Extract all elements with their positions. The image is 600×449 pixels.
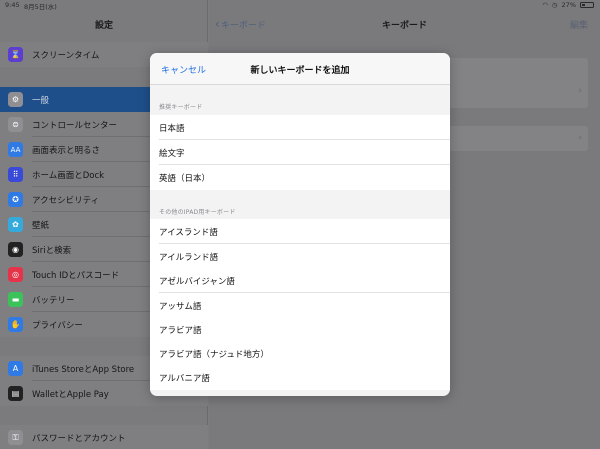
- sidebar-item-passwords[interactable]: ⚿ パスワードとアカウント: [0, 425, 208, 449]
- status-time: 9:45: [5, 1, 20, 9]
- sidebar-item-label: Touch IDとパスコード: [32, 270, 120, 281]
- sidebar-item-label: WalletとApple Pay: [32, 389, 109, 400]
- battery-percent: 27%: [561, 1, 576, 9]
- keyboard-option-label: アラビア語（ナジュド地方）: [159, 349, 269, 360]
- key-icon: ⚿: [8, 430, 23, 445]
- keyboard-option-label: 絵文字: [159, 148, 185, 159]
- gear-icon: ⚙: [8, 92, 23, 107]
- sidebar-item-label: コントロールセンター: [32, 120, 118, 131]
- wifi-icon: ◠: [542, 1, 548, 9]
- toggles-icon: ⊜: [8, 117, 23, 132]
- sidebar-item-label: 壁紙: [32, 220, 50, 231]
- status-date: 8月5日(水): [24, 3, 57, 11]
- sheet-title: 新しいキーボードを追加: [250, 66, 350, 76]
- sidebar-item-label: 画面表示と明るさ: [32, 145, 101, 156]
- sidebar-item-label: iTunes StoreとApp Store: [32, 364, 135, 375]
- sidebar-item-label: 一般: [32, 95, 50, 106]
- siri-icon: ◉: [8, 242, 23, 257]
- chevron-right-icon[interactable]: ›: [578, 133, 582, 143]
- flower-icon: ✿: [8, 217, 23, 232]
- alarm-icon: ◷: [551, 1, 558, 9]
- keyboard-option[interactable]: アルバニア語: [150, 365, 450, 390]
- sidebar-item-label: バッテリー: [32, 295, 75, 306]
- keyboard-option[interactable]: アイルランド語: [150, 244, 450, 269]
- edit-button[interactable]: 編集: [570, 18, 588, 31]
- detail-title: キーボード: [381, 21, 427, 31]
- keyboard-option[interactable]: 日本語: [150, 115, 450, 140]
- fingerprint-icon: ◎: [8, 267, 23, 282]
- section-header-suggested: 推奨キーボード: [159, 104, 203, 111]
- battery-icon: [580, 2, 594, 8]
- hourglass-icon: ⌛: [8, 47, 23, 62]
- status-bar: 9:45 8月5日(水) ◠ ◷ 27%: [0, 0, 600, 11]
- status-right: ◠ ◷ 27%: [542, 1, 594, 9]
- keyboard-option[interactable]: 英語（日本）: [150, 165, 450, 190]
- keyboard-option-label: アイスランド語: [159, 227, 218, 238]
- accessibility-icon: ✪: [8, 192, 23, 207]
- sidebar-item-label: スクリーンタイム: [32, 50, 100, 61]
- add-keyboard-sheet: キャンセル 新しいキーボードを追加 推奨キーボード 日本語 絵文字 英語（日本）…: [150, 53, 450, 396]
- hand-icon: ✋: [8, 317, 23, 332]
- chevron-right-icon[interactable]: ›: [578, 86, 582, 96]
- keyboard-option-label: アゼルバイジャン語: [159, 276, 235, 287]
- sheet-header: キャンセル 新しいキーボードを追加: [150, 53, 450, 85]
- battery-icon: ▬: [8, 292, 23, 307]
- sidebar-item-label: プライバシー: [32, 320, 83, 331]
- keyboard-option[interactable]: アラビア語（ナジュド地方）: [150, 341, 450, 366]
- section-header-other: その他のIPAD用キーボード: [159, 209, 236, 216]
- keyboard-option[interactable]: 絵文字: [150, 140, 450, 165]
- sidebar-item-label: アクセシビリティ: [32, 195, 100, 206]
- keyboard-option-label: 日本語: [159, 123, 185, 134]
- keyboard-option[interactable]: アゼルバイジャン語: [150, 268, 450, 293]
- keyboard-option-label: アイルランド語: [159, 252, 219, 263]
- keyboard-option-label: アッサム語: [159, 301, 202, 312]
- grid-icon: ⠿: [8, 167, 23, 182]
- wallet-icon: ▤: [8, 386, 23, 401]
- keyboard-option[interactable]: アイスランド語: [150, 219, 450, 244]
- keyboard-option-label: アルバニア語: [159, 373, 210, 384]
- sidebar-item-label: Siriと検索: [32, 245, 72, 256]
- keyboard-option-label: 英語（日本）: [159, 173, 211, 184]
- text-size-icon: AA: [8, 142, 23, 157]
- sidebar-item-label: パスワードとアカウント: [32, 433, 126, 444]
- keyboard-option-label: アラビア語: [159, 325, 202, 336]
- sidebar-title: 設定: [94, 21, 113, 31]
- app-store-icon: A: [8, 361, 23, 376]
- sidebar-item-label: ホーム画面とDock: [32, 170, 105, 181]
- keyboard-option[interactable]: アッサム語: [150, 293, 450, 318]
- keyboard-option[interactable]: アラビア語: [150, 317, 450, 342]
